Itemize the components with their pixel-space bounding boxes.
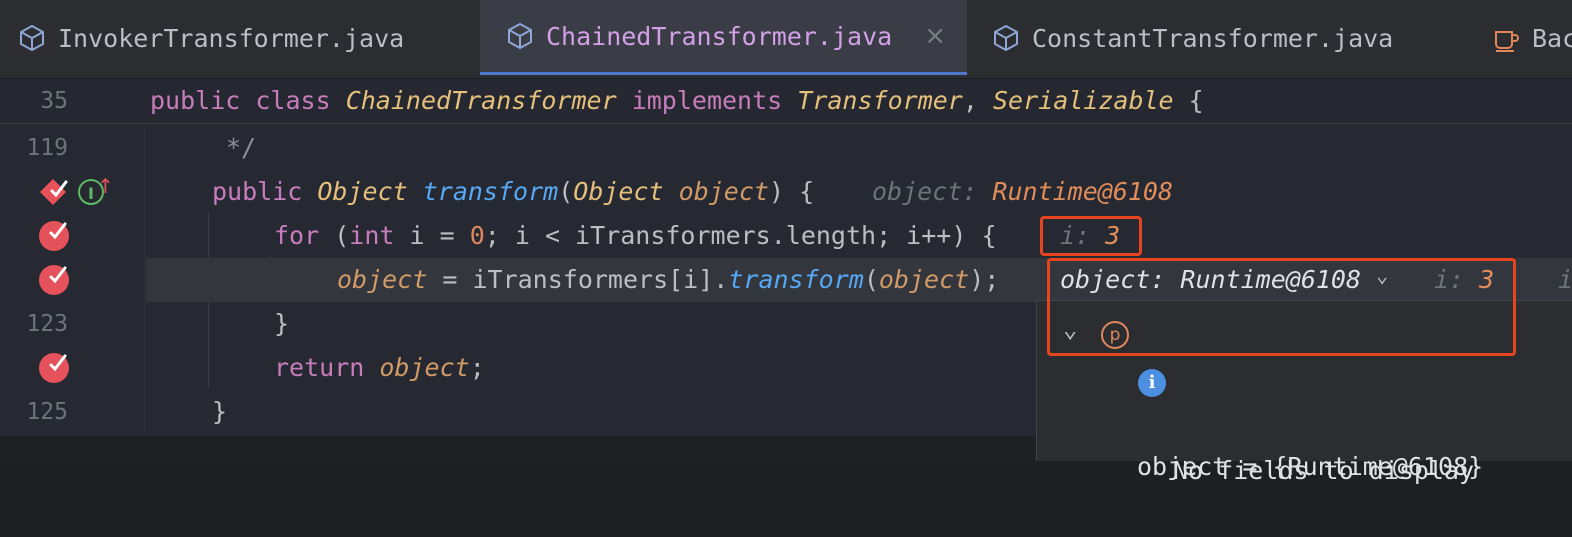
info-icon: i	[1138, 369, 1166, 397]
line-number: 123	[26, 311, 68, 337]
highlight-box	[1047, 258, 1516, 356]
closing-brace: }	[212, 397, 228, 426]
method-breakpoint-icon[interactable]	[38, 176, 68, 206]
no-fields-message: No fields to display	[1173, 456, 1475, 485]
sticky-class-header[interactable]: 35 public class ChainedTransformer imple…	[0, 79, 1572, 124]
line-number: 35	[40, 88, 68, 114]
assignment-statement: object = iTransformers[i].transform(obje…	[337, 265, 1000, 294]
highlight-box	[1040, 216, 1142, 256]
inline-debug-value-truncated: i	[1558, 265, 1572, 294]
tab-label: ConstantTransformer.java	[1032, 23, 1394, 53]
method-signature: public Object transform(Object object) {	[212, 177, 815, 206]
empty-fields-row: i No fields to display	[1037, 361, 1572, 485]
line-number: 125	[26, 399, 68, 425]
interface-icon	[992, 24, 1020, 52]
java-file-icon	[1492, 24, 1520, 52]
breakpoint-icon[interactable]	[39, 221, 69, 251]
tab-constant-transformer[interactable]: ConstantTransformer.java	[992, 0, 1393, 76]
return-statement: return object;	[274, 353, 485, 382]
line-number: 119	[26, 135, 68, 161]
interface-icon	[506, 22, 534, 50]
class-declaration: public class ChainedTransformer implemen…	[150, 86, 1204, 115]
inline-debug-value[interactable]: object: Runtime@6108	[872, 170, 1173, 214]
for-loop-header: for (int i = 0; i < iTransformers.length…	[274, 221, 997, 250]
code-line-119: 119 */	[0, 126, 1572, 170]
breakpoint-icon[interactable]	[39, 265, 69, 295]
closing-brace: }	[274, 309, 290, 338]
tab-label: ChainedTransformer.java	[546, 21, 893, 51]
breakpoint-icon[interactable]	[39, 353, 69, 383]
tab-label: Bac	[1532, 23, 1572, 53]
tab-bad-attribute[interactable]: Bac	[1492, 0, 1572, 76]
code-line-120: I ↑ public Object transform(Object objec…	[0, 170, 1572, 214]
tab-label: InvokerTransformer.java	[58, 23, 405, 53]
code-line-121: for (int i = 0; i < iTransformers.length…	[0, 214, 1572, 258]
close-tab-icon[interactable]: ×	[924, 21, 946, 51]
editor-tab-bar: InvokerTransformer.java ChainedTransform…	[0, 0, 1572, 79]
tab-invoker-transformer[interactable]: InvokerTransformer.java	[18, 0, 404, 76]
tab-chained-transformer[interactable]: ChainedTransformer.java ×	[480, 0, 967, 75]
up-arrow-icon: ↑	[97, 174, 114, 198]
comment-end: */	[226, 133, 257, 162]
interface-icon	[18, 24, 46, 52]
